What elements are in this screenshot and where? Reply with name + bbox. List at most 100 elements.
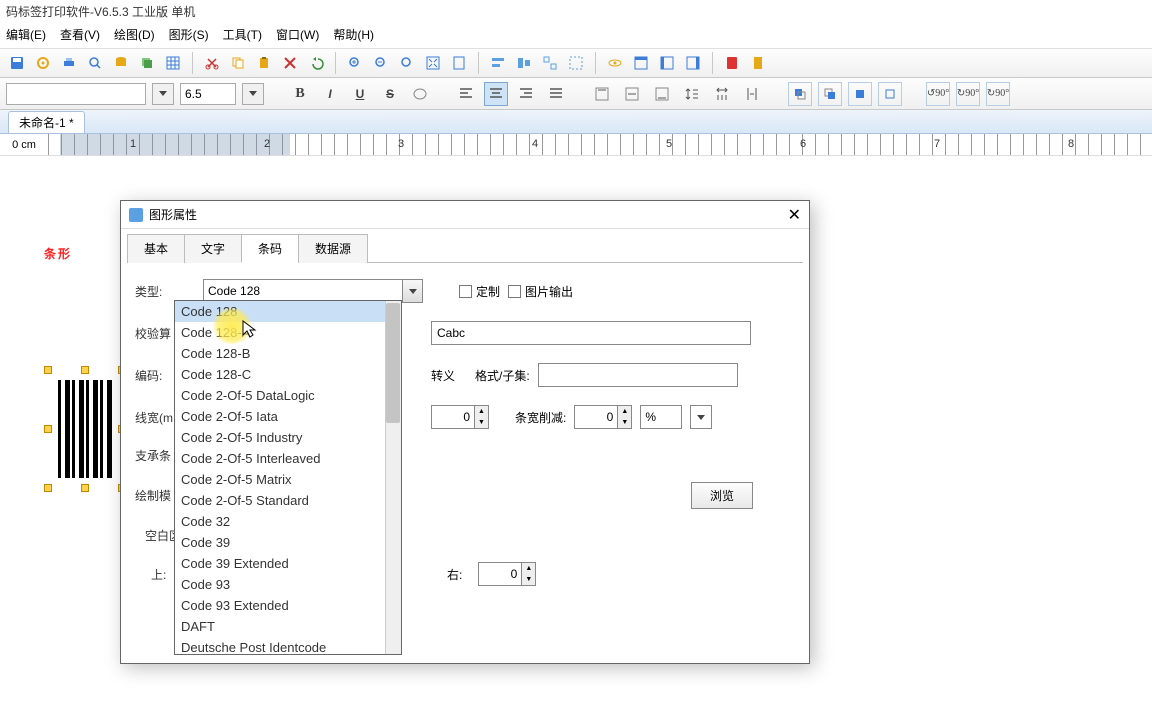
align-right-button[interactable] <box>514 82 538 106</box>
dialog-titlebar[interactable]: 图形属性 ✕ <box>121 201 809 229</box>
delete-icon[interactable] <box>279 52 301 74</box>
align-icon-2[interactable] <box>513 52 535 74</box>
zoom-fit-icon[interactable] <box>396 52 418 74</box>
valign-bot-button[interactable] <box>650 82 674 106</box>
layers-icon[interactable] <box>136 52 158 74</box>
dropdown-item[interactable]: Code 32 <box>175 511 401 532</box>
panel-icon-1[interactable] <box>630 52 652 74</box>
underline-button[interactable]: U <box>348 82 372 106</box>
valign-mid-button[interactable] <box>620 82 644 106</box>
sample-input[interactable] <box>431 321 751 345</box>
dropdown-item[interactable]: Deutsche Post Identcode <box>175 637 401 655</box>
align-left-button[interactable] <box>454 82 478 106</box>
zoom-in-icon[interactable] <box>344 52 366 74</box>
tab-basic[interactable]: 基本 <box>127 234 185 263</box>
dropdown-item[interactable]: Code 128-C <box>175 364 401 385</box>
dropdown-item[interactable]: Code 128-A <box>175 322 401 343</box>
browse-button[interactable]: 浏览 <box>691 482 753 509</box>
strike-button[interactable]: S <box>378 82 402 106</box>
rotate-left-button[interactable]: ↺90° <box>926 82 950 106</box>
custom-checkbox[interactable]: 定制 <box>459 283 500 300</box>
paste-icon[interactable] <box>253 52 275 74</box>
print-icon[interactable] <box>58 52 80 74</box>
menu-view[interactable]: 查看(V) <box>60 26 100 44</box>
font-family-dropdown-button[interactable] <box>152 83 174 105</box>
copy-icon[interactable] <box>227 52 249 74</box>
export-icon[interactable] <box>747 52 769 74</box>
document-tab[interactable]: 未命名-1 * <box>8 111 85 133</box>
dropdown-item[interactable]: Code 39 Extended <box>175 553 401 574</box>
preview-icon[interactable] <box>84 52 106 74</box>
type-dropdown-list[interactable]: Code 128 Code 128-A Code 128-B Code 128-… <box>174 300 402 655</box>
rotate-right-button[interactable]: ↻90° <box>956 82 980 106</box>
linewidth-spinner[interactable]: ▲▼ <box>431 405 489 429</box>
menu-shape[interactable]: 图形(S) <box>169 26 209 44</box>
send-back-button[interactable] <box>818 82 842 106</box>
dropdown-item[interactable]: Code 128 <box>175 301 401 322</box>
dropdown-item[interactable]: Code 2-Of-5 Industry <box>175 427 401 448</box>
char-spacing-button[interactable] <box>710 82 734 106</box>
dropdown-item[interactable]: Code 93 <box>175 574 401 595</box>
dropdown-item[interactable]: Code 2-Of-5 Iata <box>175 406 401 427</box>
menu-help[interactable]: 帮助(H) <box>333 26 374 44</box>
align-icon-1[interactable] <box>487 52 509 74</box>
valign-top-button[interactable] <box>590 82 614 106</box>
menu-window[interactable]: 窗口(W) <box>276 26 319 44</box>
barcode-object[interactable] <box>54 376 116 482</box>
right-spinner[interactable]: ▲▼ <box>478 562 536 586</box>
ungroup-icon[interactable] <box>565 52 587 74</box>
eye-icon[interactable] <box>604 52 626 74</box>
gear-icon[interactable] <box>32 52 54 74</box>
window-titlebar: 码标签打印软件-V6.5.3 工业版 单机 <box>0 0 1152 22</box>
dropdown-item[interactable]: Code 2-Of-5 Matrix <box>175 469 401 490</box>
format-subset-input[interactable] <box>538 363 738 387</box>
bring-front-button[interactable] <box>788 82 812 106</box>
image-output-checkbox[interactable]: 图片输出 <box>508 283 573 300</box>
tab-datasource[interactable]: 数据源 <box>298 234 368 263</box>
align-center-button[interactable] <box>484 82 508 106</box>
menu-draw[interactable]: 绘图(D) <box>114 26 155 44</box>
cut-icon[interactable] <box>201 52 223 74</box>
bold-button[interactable]: B <box>288 82 312 106</box>
grid-icon[interactable] <box>162 52 184 74</box>
group-icon[interactable] <box>539 52 561 74</box>
chevron-down-icon[interactable] <box>402 280 422 302</box>
pdf-icon[interactable] <box>721 52 743 74</box>
font-family-input[interactable] <box>6 83 146 105</box>
close-button[interactable]: ✕ <box>788 205 801 225</box>
tab-barcode[interactable]: 条码 <box>241 234 299 263</box>
backward-button[interactable] <box>878 82 902 106</box>
dropdown-item[interactable]: DAFT <box>175 616 401 637</box>
menu-edit[interactable]: 编辑(E) <box>6 26 46 44</box>
save-icon[interactable] <box>6 52 28 74</box>
font-size-input[interactable] <box>180 83 236 105</box>
zoom-extent-icon[interactable] <box>422 52 444 74</box>
tab-text[interactable]: 文字 <box>184 234 242 263</box>
bar-reduce-spinner[interactable]: ▲▼ <box>574 405 632 429</box>
dropdown-scrollbar[interactable] <box>385 301 401 654</box>
dropdown-item[interactable]: Code 2-Of-5 Interleaved <box>175 448 401 469</box>
font-size-dropdown-button[interactable] <box>242 83 264 105</box>
text-spacing-button[interactable] <box>740 82 764 106</box>
dropdown-item[interactable]: Code 2-Of-5 Standard <box>175 490 401 511</box>
panel-icon-3[interactable] <box>682 52 704 74</box>
unit-dropdown-arrow[interactable] <box>690 405 712 429</box>
panel-icon-2[interactable] <box>656 52 678 74</box>
forward-button[interactable] <box>848 82 872 106</box>
unit-combobox[interactable]: % <box>640 405 682 429</box>
zoom-out-icon[interactable] <box>370 52 392 74</box>
dropdown-item[interactable]: Code 2-Of-5 DataLogic <box>175 385 401 406</box>
label-top: 上: <box>135 566 175 583</box>
zoom-page-icon[interactable] <box>448 52 470 74</box>
menu-tool[interactable]: 工具(T) <box>223 26 262 44</box>
undo-icon[interactable] <box>305 52 327 74</box>
line-spacing-button[interactable] <box>680 82 704 106</box>
align-justify-button[interactable] <box>544 82 568 106</box>
dropdown-item[interactable]: Code 128-B <box>175 343 401 364</box>
dropdown-item[interactable]: Code 93 Extended <box>175 595 401 616</box>
dropdown-item[interactable]: Code 39 <box>175 532 401 553</box>
font-color-button[interactable] <box>408 82 432 106</box>
rotate-180-button[interactable]: ↻90° <box>986 82 1010 106</box>
database-icon[interactable] <box>110 52 132 74</box>
italic-button[interactable]: I <box>318 82 342 106</box>
